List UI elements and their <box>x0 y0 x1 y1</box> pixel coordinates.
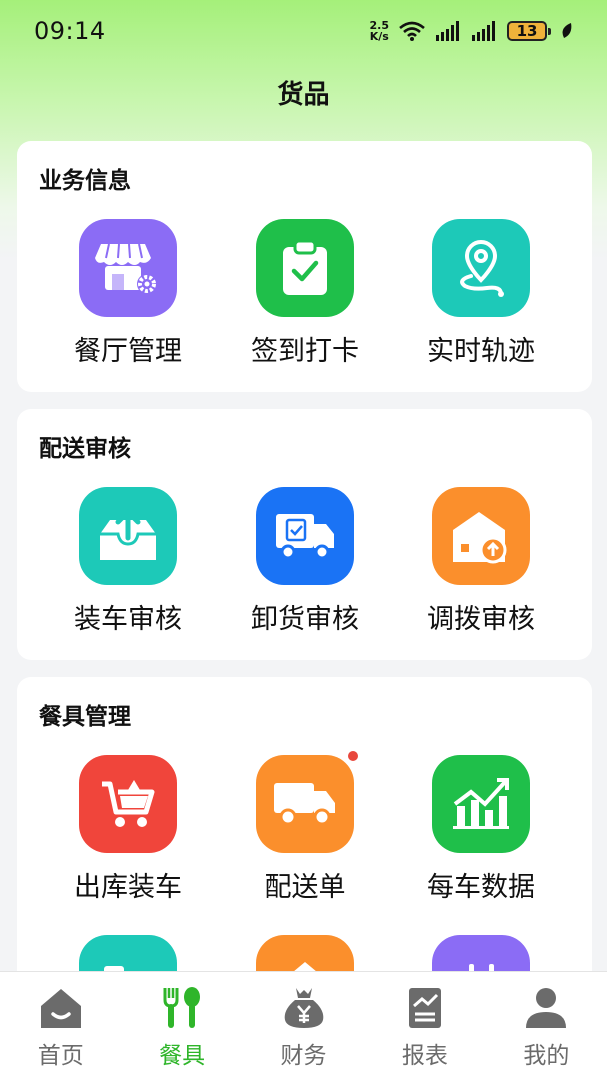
store-gear-icon <box>79 219 177 317</box>
bottom-tab-bar: 首页 餐具 财务 报表 我的 <box>0 971 607 1080</box>
tray-upload-icon <box>79 487 177 585</box>
wifi-icon <box>399 21 425 41</box>
growth-chart-icon <box>432 755 530 853</box>
grid-item-check-in[interactable]: 签到打卡 <box>217 219 393 368</box>
tab-tableware[interactable]: 餐具 <box>121 972 242 1080</box>
tab-home[interactable]: 首页 <box>0 972 121 1080</box>
section-card-business-info: 业务信息 餐厅管理 签到打卡 实时轨迹 <box>17 141 592 392</box>
truck-icon <box>256 749 360 853</box>
network-speed-unit: K/s <box>369 30 389 43</box>
grid-item-unloading-review[interactable]: 卸货审核 <box>217 487 393 636</box>
battery-indicator: 13 <box>507 21 551 41</box>
grid-item-label: 实时轨迹 <box>427 336 535 367</box>
grid-item-label: 配送单 <box>264 872 346 903</box>
tab-label: 报表 <box>401 1043 448 1069</box>
cart-icon <box>79 755 177 853</box>
grid-item-label: 每车数据 <box>427 872 535 903</box>
grid-item-label: 出库装车 <box>74 872 182 903</box>
truck-clipboard-icon <box>256 487 354 585</box>
tab-label: 餐具 <box>159 1043 206 1069</box>
location-route-icon <box>432 219 530 317</box>
grid-item-label: 调拨审核 <box>427 604 535 635</box>
section-title: 配送审核 <box>39 436 131 462</box>
signal-icon-2 <box>472 21 495 41</box>
grid-item-delivery-order[interactable]: 配送单 <box>217 749 393 904</box>
status-time: 09:14 <box>34 17 106 45</box>
section-title: 业务信息 <box>39 168 131 194</box>
grid-item-label: 餐厅管理 <box>74 336 182 367</box>
network-speed: 2.5 K/s <box>370 20 390 42</box>
grid-item-label: 卸货审核 <box>251 604 359 635</box>
tab-reports[interactable]: 报表 <box>364 972 485 1080</box>
tab-label: 财务 <box>280 1043 327 1069</box>
fork-spoon-icon <box>163 987 201 1028</box>
status-bar: 09:14 2.5 K/s 13 <box>0 0 607 62</box>
grid-item-per-vehicle-data[interactable]: 每车数据 <box>393 755 569 904</box>
tab-label: 首页 <box>37 1043 84 1069</box>
clipboard-check-icon <box>256 219 354 317</box>
tab-label: 我的 <box>523 1043 570 1069</box>
tab-finance[interactable]: 财务 <box>243 972 364 1080</box>
warehouse-upload-icon <box>432 487 530 585</box>
tab-mine[interactable]: 我的 <box>486 972 607 1080</box>
home-icon <box>40 989 81 1028</box>
section-card-tableware-management: 餐具管理 出库装车 配送单 每车数据 <box>17 677 592 1033</box>
grid-item-label: 签到打卡 <box>251 336 359 367</box>
person-icon <box>526 988 567 1028</box>
notification-badge-dot <box>346 749 360 763</box>
money-bag-icon <box>284 988 323 1028</box>
grid-item-realtime-track[interactable]: 实时轨迹 <box>393 219 569 368</box>
leaf-icon <box>562 23 572 38</box>
grid-item-restaurant-management[interactable]: 餐厅管理 <box>40 219 216 368</box>
grid-item-loading-review[interactable]: 装车审核 <box>40 487 216 636</box>
section-card-delivery-review: 配送审核 装车审核 卸货审核 调拨审核 <box>17 409 592 660</box>
report-icon <box>408 988 441 1028</box>
grid-item-transfer-review[interactable]: 调拨审核 <box>393 487 569 636</box>
section-title: 餐具管理 <box>39 704 131 730</box>
page-title: 货品 <box>277 80 330 110</box>
grid-item-label: 装车审核 <box>74 604 182 635</box>
status-indicators: 2.5 K/s 13 <box>370 20 574 42</box>
signal-icon <box>436 21 459 41</box>
grid-item-outbound-loading[interactable]: 出库装车 <box>40 755 216 904</box>
